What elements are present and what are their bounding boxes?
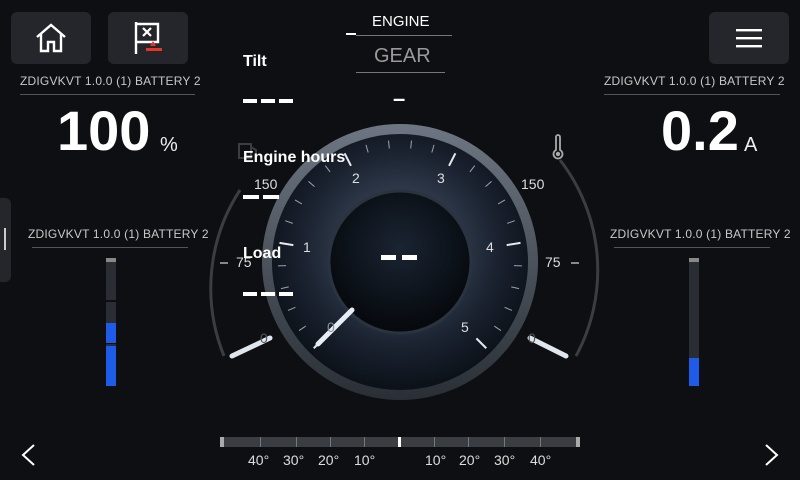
left-scale-arc — [209, 189, 242, 357]
left-unit: % — [160, 134, 178, 156]
engine-hours-value — [243, 195, 279, 199]
trim-indicator — [398, 437, 401, 447]
right-unit: A — [744, 134, 758, 156]
home-icon — [36, 23, 66, 53]
right-scale-arc — [558, 159, 600, 357]
right-top-rule — [604, 94, 780, 95]
right-bottom-source-label: ZDIGVKVT 1.0.0 (1) BATTERY 2 — [610, 227, 791, 241]
left-side-handle[interactable] — [0, 198, 11, 282]
menu-icon — [736, 29, 762, 48]
trim-right-10: 10° — [425, 452, 447, 468]
right-scale-75: 75 — [545, 254, 561, 270]
gear-rule — [356, 72, 445, 73]
load-label: Load — [243, 245, 282, 262]
left-source-label: ZDIGVKVT 1.0.0 (1) BATTERY 2 — [20, 74, 201, 88]
left-scale-tick-75 — [220, 262, 228, 264]
right-value: 0.2 — [661, 99, 739, 162]
left-level-bar — [106, 258, 116, 386]
trim-left-20: 20° — [318, 452, 340, 468]
tilt-value — [243, 99, 293, 103]
load-value — [243, 292, 293, 296]
prev-page-button[interactable] — [14, 440, 44, 470]
trim-left-30: 30° — [283, 452, 305, 468]
right-scale-150: 150 — [521, 176, 545, 192]
right-level-fill — [689, 358, 699, 386]
rpm-tick-0: 0 — [327, 319, 335, 335]
engine-dash — [346, 33, 356, 35]
left-top-rule — [20, 94, 195, 95]
right-bottom-rule — [614, 247, 770, 248]
next-page-button[interactable] — [756, 440, 786, 470]
left-level-fill-lower — [106, 346, 116, 386]
engine-hours-label: Engine hours — [243, 149, 346, 166]
rpm-tick-1: 1 — [303, 239, 311, 255]
alarm-flag-button[interactable] — [108, 12, 188, 64]
gear-label: GEAR — [374, 45, 431, 67]
right-scale-0: 0 — [528, 330, 536, 346]
trim-right-40: 40° — [530, 452, 552, 468]
trim-left-40: 40° — [248, 452, 270, 468]
right-level-bar — [689, 258, 699, 386]
left-scale-0: 0 — [260, 330, 268, 346]
thermometer-icon — [552, 134, 564, 160]
trim-left-10: 10° — [354, 452, 376, 468]
left-scale-150: 150 — [254, 176, 278, 192]
home-button[interactable] — [11, 12, 91, 64]
left-level-fill-upper — [106, 323, 116, 343]
right-source-label: ZDIGVKVT 1.0.0 (1) BATTERY 2 — [604, 74, 785, 88]
engine-label: ENGINE — [372, 13, 430, 30]
trim-right-30: 30° — [494, 452, 516, 468]
engine-rule — [356, 35, 452, 36]
left-value: 100 — [57, 99, 151, 162]
right-scale-tick-75 — [571, 262, 579, 264]
menu-button[interactable] — [709, 12, 789, 64]
left-bottom-rule — [32, 247, 188, 248]
tilt-label: Tilt — [243, 53, 267, 70]
rpm-tick-4: 4 — [486, 239, 494, 255]
flag-alert-icon — [134, 22, 162, 54]
chevron-right-icon — [765, 444, 779, 466]
rpm-tick-3: 3 — [437, 170, 445, 186]
trim-right-20: 20° — [459, 452, 481, 468]
chevron-left-icon — [21, 444, 35, 466]
rpm-tick-5: 5 — [461, 319, 469, 335]
rpm-tick-2: 2 — [352, 170, 360, 186]
gear-value: – — [393, 86, 406, 111]
trim-scale — [220, 437, 580, 447]
center-value — [381, 255, 417, 260]
left-bottom-source-label: ZDIGVKVT 1.0.0 (1) BATTERY 2 — [28, 227, 209, 241]
